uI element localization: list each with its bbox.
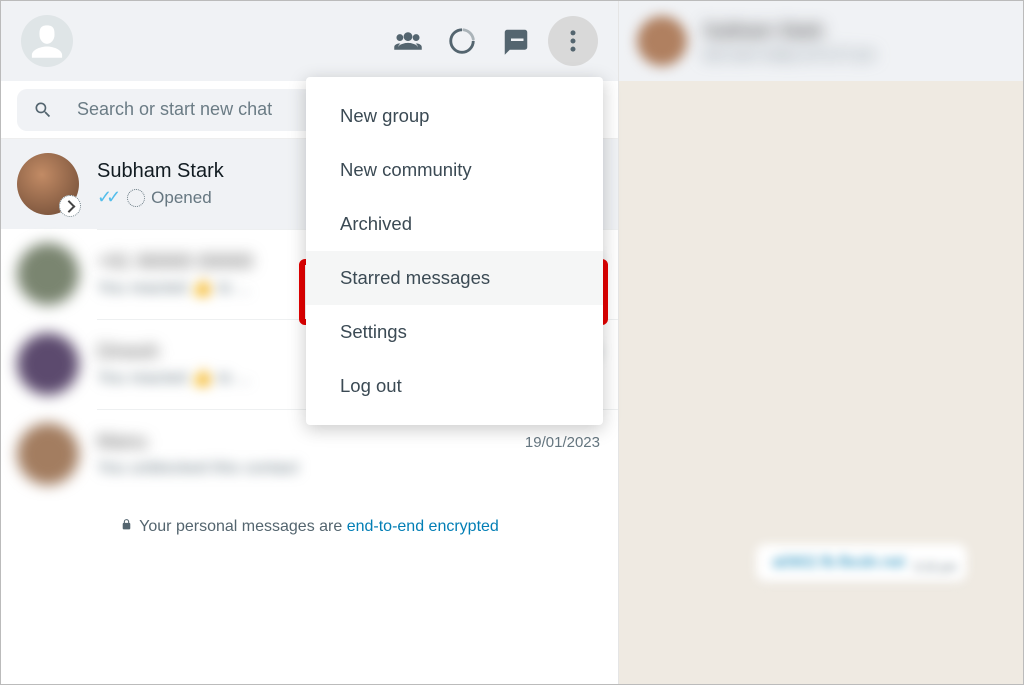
menu-new-group[interactable]: New group [306, 89, 603, 143]
chat-name: Subham Stark [97, 160, 224, 183]
menu-archived[interactable]: Archived [306, 197, 603, 251]
menu-log-out[interactable]: Log out [306, 359, 603, 413]
view-once-icon [127, 189, 145, 207]
encryption-link[interactable]: end-to-end encrypted [347, 518, 499, 535]
chat-avatar[interactable] [17, 423, 79, 485]
conversation-header[interactable]: Subham Stark last seen today at 01:07 pm [619, 1, 1023, 81]
lock-icon [120, 517, 133, 537]
chat-avatar[interactable] [17, 153, 79, 215]
chat-name: +91 90000 00000 [97, 251, 253, 274]
conversation-panel: Subham Stark last seen today at 01:07 pm… [619, 1, 1023, 684]
status-button[interactable] [440, 19, 484, 63]
chat-name: Manu [97, 431, 147, 454]
communities-button[interactable] [386, 19, 430, 63]
options-menu: New group New community Archived Starred… [306, 77, 603, 425]
message-time: 3:15 pm [914, 560, 957, 574]
person-icon [27, 21, 67, 61]
menu-starred-messages[interactable]: Starred messages [306, 251, 603, 305]
chat-avatar[interactable] [17, 333, 79, 395]
message-link: a0902.fb.fbcdn.net [772, 554, 905, 571]
disappearing-badge-icon [59, 195, 81, 217]
chat-avatar[interactable] [17, 243, 79, 305]
read-receipt-icon: ✓✓ [97, 187, 115, 208]
left-header [1, 1, 618, 81]
status-icon [447, 26, 477, 56]
menu-dots-icon [558, 26, 588, 56]
messages-area: a0902.fb.fbcdn.net 3:15 pm [619, 81, 1023, 684]
menu-settings[interactable]: Settings [306, 305, 603, 359]
menu-button[interactable] [548, 16, 598, 66]
search-placeholder: Search or start new chat [77, 99, 272, 120]
conversation-title: Subham Stark last seen today at 01:07 pm [703, 21, 875, 62]
chat-status: You unblocked this contact [97, 458, 600, 478]
encryption-notice: Your personal messages are end-to-end en… [1, 499, 618, 555]
chat-name: Dinesh [97, 341, 159, 364]
search-icon [33, 100, 53, 120]
menu-new-community[interactable]: New community [306, 143, 603, 197]
communities-icon [393, 26, 423, 56]
conversation-avatar[interactable] [637, 16, 687, 66]
chat-icon [501, 26, 531, 56]
user-avatar[interactable] [21, 15, 73, 67]
message-bubble[interactable]: a0902.fb.fbcdn.net 3:15 pm [756, 544, 967, 582]
chat-time: 19/01/2023 [525, 434, 600, 451]
new-chat-button[interactable] [494, 19, 538, 63]
